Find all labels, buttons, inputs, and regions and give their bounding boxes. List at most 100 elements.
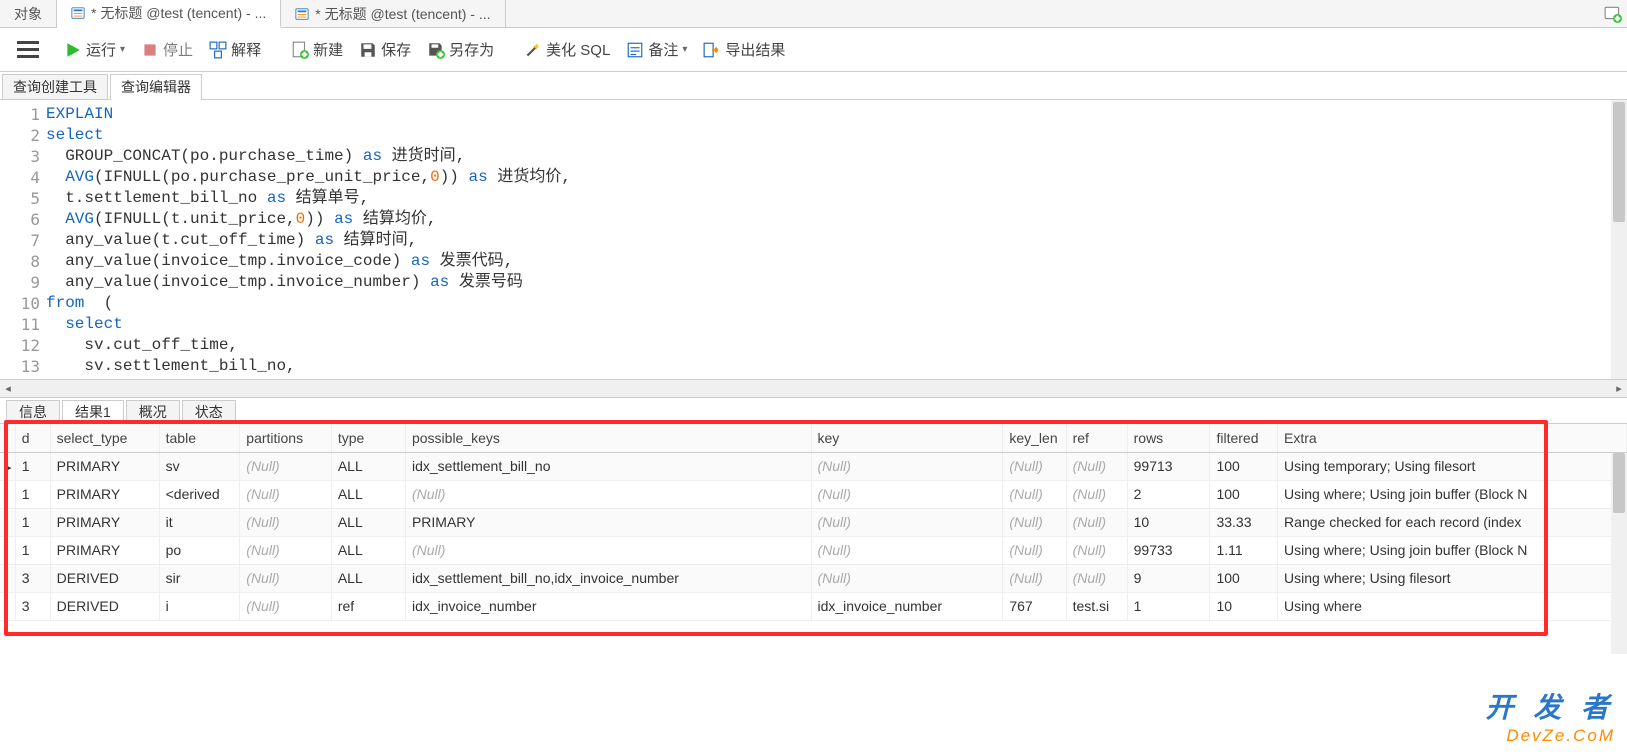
- table-cell[interactable]: (Null): [1003, 536, 1066, 564]
- table-cell[interactable]: (Null): [1066, 508, 1127, 536]
- table-cell[interactable]: po: [159, 536, 240, 564]
- table-cell[interactable]: (Null): [811, 536, 1003, 564]
- table-cell[interactable]: 2: [1127, 480, 1210, 508]
- result-grid[interactable]: dselect_typetablepartitionstypepossible_…: [0, 424, 1627, 621]
- table-cell[interactable]: (Null): [1003, 564, 1066, 592]
- column-header[interactable]: d: [15, 424, 50, 452]
- table-cell[interactable]: (Null): [240, 536, 332, 564]
- tab-query-builder[interactable]: 查询创建工具: [2, 74, 108, 99]
- table-cell[interactable]: test.si: [1066, 592, 1127, 620]
- table-cell[interactable]: (Null): [240, 480, 332, 508]
- table-cell[interactable]: idx_settlement_bill_no,idx_invoice_numbe…: [405, 564, 811, 592]
- column-header[interactable]: ref: [1066, 424, 1127, 452]
- column-header[interactable]: type: [331, 424, 405, 452]
- table-cell[interactable]: (Null): [240, 508, 332, 536]
- table-row[interactable]: 1PRIMARY<derived(Null)ALL(Null)(Null)(Nu…: [0, 480, 1627, 508]
- table-cell[interactable]: (Null): [811, 564, 1003, 592]
- editor-hscrollbar[interactable]: ◂ ▸: [0, 380, 1627, 398]
- table-cell[interactable]: (Null): [405, 536, 811, 564]
- column-header[interactable]: rows: [1127, 424, 1210, 452]
- table-cell[interactable]: (Null): [1066, 452, 1127, 480]
- table-cell[interactable]: PRIMARY: [50, 508, 159, 536]
- scroll-left-icon[interactable]: ◂: [0, 382, 16, 395]
- table-row[interactable]: 3DERIVEDsir(Null)ALLidx_settlement_bill_…: [0, 564, 1627, 592]
- table-cell[interactable]: sir: [159, 564, 240, 592]
- scrollbar-thumb[interactable]: [1613, 453, 1625, 513]
- table-cell[interactable]: 1: [15, 480, 50, 508]
- tab-info[interactable]: 信息: [6, 400, 60, 423]
- table-cell[interactable]: (Null): [1066, 564, 1127, 592]
- table-cell[interactable]: 1: [15, 452, 50, 480]
- table-cell[interactable]: ALL: [331, 564, 405, 592]
- table-cell[interactable]: (Null): [811, 452, 1003, 480]
- table-cell[interactable]: 9: [1127, 564, 1210, 592]
- column-header[interactable]: filtered: [1210, 424, 1278, 452]
- table-cell[interactable]: idx_invoice_number: [811, 592, 1003, 620]
- stop-button[interactable]: 停止: [133, 28, 201, 71]
- tab-profile[interactable]: 概况: [126, 400, 180, 423]
- table-cell[interactable]: Using where; Using join buffer (Block N: [1278, 480, 1627, 508]
- editor-vscrollbar[interactable]: [1611, 100, 1627, 379]
- table-cell[interactable]: PRIMARY: [50, 536, 159, 564]
- table-cell[interactable]: (Null): [811, 508, 1003, 536]
- column-header[interactable]: Extra: [1278, 424, 1627, 452]
- scrollbar-thumb[interactable]: [1613, 102, 1625, 222]
- table-cell[interactable]: Using where: [1278, 592, 1627, 620]
- new-tab-button[interactable]: [1599, 0, 1627, 27]
- table-cell[interactable]: 767: [1003, 592, 1066, 620]
- column-header[interactable]: possible_keys: [405, 424, 811, 452]
- table-cell[interactable]: (Null): [1003, 452, 1066, 480]
- table-cell[interactable]: 100: [1210, 480, 1278, 508]
- table-cell[interactable]: 1.11: [1210, 536, 1278, 564]
- note-button[interactable]: 备注 ▾: [618, 28, 695, 71]
- table-cell[interactable]: ALL: [331, 536, 405, 564]
- table-cell[interactable]: Range checked for each record (index: [1278, 508, 1627, 536]
- table-cell[interactable]: (Null): [405, 480, 811, 508]
- table-cell[interactable]: (Null): [240, 564, 332, 592]
- table-cell[interactable]: DERIVED: [50, 564, 159, 592]
- table-row[interactable]: 3DERIVEDi(Null)refidx_invoice_numberidx_…: [0, 592, 1627, 620]
- table-cell[interactable]: PRIMARY: [405, 508, 811, 536]
- table-cell[interactable]: ALL: [331, 508, 405, 536]
- table-cell[interactable]: 100: [1210, 564, 1278, 592]
- table-cell[interactable]: <derived: [159, 480, 240, 508]
- table-cell[interactable]: 3: [15, 564, 50, 592]
- table-cell[interactable]: idx_invoice_number: [405, 592, 811, 620]
- tab-status[interactable]: 状态: [182, 400, 236, 423]
- save-as-button[interactable]: 另存为: [419, 28, 502, 71]
- code-area[interactable]: EXPLAINselect GROUP_CONCAT(po.purchase_t…: [46, 100, 1627, 379]
- table-cell[interactable]: ref: [331, 592, 405, 620]
- column-header[interactable]: key: [811, 424, 1003, 452]
- table-cell[interactable]: PRIMARY: [50, 452, 159, 480]
- table-cell[interactable]: ALL: [331, 452, 405, 480]
- table-cell[interactable]: (Null): [1003, 508, 1066, 536]
- table-cell[interactable]: 10: [1127, 508, 1210, 536]
- table-row[interactable]: 1PRIMARYsv (Null) ALLidx_settlement_bill_n…: [0, 452, 1627, 480]
- tab-objects[interactable]: 对象: [0, 0, 57, 27]
- table-cell[interactable]: (Null): [1066, 480, 1127, 508]
- column-header[interactable]: table: [159, 424, 240, 452]
- tab-query-2[interactable]: * 无标题 @test (tencent) - ...: [281, 0, 505, 27]
- run-button[interactable]: 运行 ▾: [56, 28, 133, 71]
- new-button[interactable]: 新建: [283, 28, 351, 71]
- table-cell[interactable]: Using temporary; Using filesort: [1278, 452, 1627, 480]
- table-cell[interactable]: 1: [15, 508, 50, 536]
- table-cell[interactable]: DERIVED: [50, 592, 159, 620]
- export-button[interactable]: 导出结果: [695, 28, 793, 71]
- tab-query-editor[interactable]: 查询编辑器: [110, 74, 202, 99]
- table-cell[interactable]: 100: [1210, 452, 1278, 480]
- table-row[interactable]: 1PRIMARYit(Null)ALLPRIMARY(Null)(Null)(N…: [0, 508, 1627, 536]
- table-cell[interactable]: (Null): [1066, 536, 1127, 564]
- table-cell[interactable]: idx_settlement_bill_no: [405, 452, 811, 480]
- table-cell[interactable]: 1: [1127, 592, 1210, 620]
- beautify-button[interactable]: 美化 SQL: [516, 28, 618, 71]
- tab-result1[interactable]: 结果1: [62, 400, 124, 423]
- table-cell[interactable]: it: [159, 508, 240, 536]
- scroll-right-icon[interactable]: ▸: [1611, 382, 1627, 395]
- table-cell[interactable]: sv: [159, 452, 240, 480]
- table-cell[interactable]: (Null): [240, 592, 332, 620]
- table-cell[interactable]: Using where; Using join buffer (Block N: [1278, 536, 1627, 564]
- table-cell[interactable]: ALL: [331, 480, 405, 508]
- table-cell[interactable]: 99733: [1127, 536, 1210, 564]
- table-cell[interactable]: 99713: [1127, 452, 1210, 480]
